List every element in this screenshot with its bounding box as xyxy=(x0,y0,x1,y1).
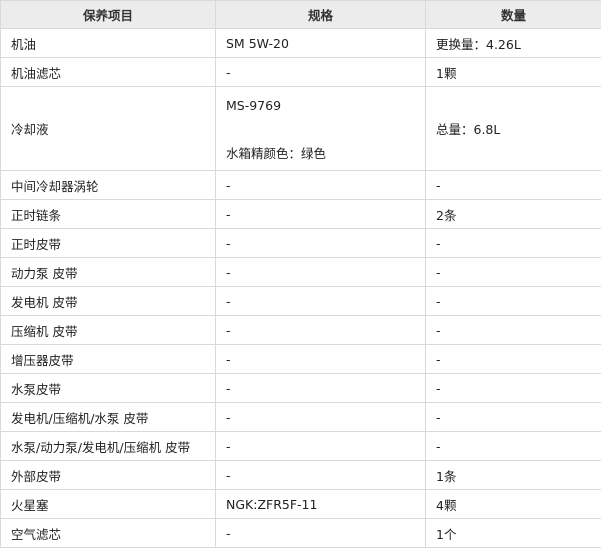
row-item: 发电机 皮带 xyxy=(1,287,216,316)
header-quantity: 数量 xyxy=(426,1,601,29)
row-spec: - xyxy=(216,432,426,461)
row-item: 动力泵 皮带 xyxy=(1,258,216,287)
row-qty: - xyxy=(426,432,601,461)
row-spec: NGK:ZFR5F-11 xyxy=(216,490,426,519)
header-specification: 规格 xyxy=(216,1,426,29)
row-qty: 2条 xyxy=(426,200,601,229)
table-row: 中间冷却器涡轮 - - xyxy=(1,171,601,200)
row-qty: 4颗 xyxy=(426,490,601,519)
row-qty: - xyxy=(426,287,601,316)
table-row: 正时皮带 - - xyxy=(1,229,601,258)
row-spec: MS-9769 xyxy=(226,98,415,113)
table-row: 发电机 皮带 - - xyxy=(1,287,601,316)
table-row: 机油 SM 5W-20 更换量：4.26L xyxy=(1,29,601,58)
row-item: 压缩机 皮带 xyxy=(1,316,216,345)
row-qty: - xyxy=(426,229,601,258)
row-qty: - xyxy=(426,403,601,432)
row-item: 发电机/压缩机/水泵 皮带 xyxy=(1,403,216,432)
row-item: 空气滤芯 xyxy=(1,519,216,548)
row-spec: - xyxy=(216,258,426,287)
header-maintenance-item: 保养项目 xyxy=(1,1,216,29)
row-qty: - xyxy=(426,171,601,200)
row-qty: - xyxy=(426,316,601,345)
row-spec-note: 水箱精颜色：绿色 xyxy=(226,143,415,162)
row-qty: 总量：6.8L xyxy=(426,87,601,171)
table-row: 压缩机 皮带 - - xyxy=(1,316,601,345)
row-item: 正时皮带 xyxy=(1,229,216,258)
row-item: 机油滤芯 xyxy=(1,58,216,87)
row-spec: - xyxy=(216,58,426,87)
row-spec: - xyxy=(216,200,426,229)
row-qty: - xyxy=(426,258,601,287)
table-row: 冷却液 MS-9769 水箱精颜色：绿色 总量：6.8L xyxy=(1,87,601,171)
row-item: 正时链条 xyxy=(1,200,216,229)
row-qty: 1颗 xyxy=(426,58,601,87)
row-spec-cell: MS-9769 水箱精颜色：绿色 xyxy=(216,87,426,171)
table-row: 火星塞 NGK:ZFR5F-11 4颗 xyxy=(1,490,601,519)
row-item: 火星塞 xyxy=(1,490,216,519)
table-row: 水泵/动力泵/发电机/压缩机 皮带 - - xyxy=(1,432,601,461)
table-row: 正时链条 - 2条 xyxy=(1,200,601,229)
row-item: 水泵皮带 xyxy=(1,374,216,403)
row-qty: 1条 xyxy=(426,461,601,490)
row-qty: 1个 xyxy=(426,519,601,548)
table-row: 空气滤芯 - 1个 xyxy=(1,519,601,548)
row-spec: - xyxy=(216,461,426,490)
row-spec: - xyxy=(216,403,426,432)
row-item: 外部皮带 xyxy=(1,461,216,490)
table-header-row: 保养项目 规格 数量 xyxy=(1,1,601,29)
row-spec: - xyxy=(216,374,426,403)
row-qty: 更换量：4.26L xyxy=(426,29,601,58)
row-item: 机油 xyxy=(1,29,216,58)
row-spec: - xyxy=(216,345,426,374)
row-spec: - xyxy=(216,229,426,258)
table-row: 水泵皮带 - - xyxy=(1,374,601,403)
row-spec: - xyxy=(216,171,426,200)
row-qty: - xyxy=(426,374,601,403)
row-spec: SM 5W-20 xyxy=(216,29,426,58)
maintenance-spec-table: 保养项目 规格 数量 机油 SM 5W-20 更换量：4.26L 机油滤芯 - … xyxy=(0,0,601,548)
row-item: 水泵/动力泵/发电机/压缩机 皮带 xyxy=(1,432,216,461)
row-spec: - xyxy=(216,316,426,345)
row-item: 冷却液 xyxy=(1,87,216,171)
table-row: 外部皮带 - 1条 xyxy=(1,461,601,490)
row-spec: - xyxy=(216,519,426,548)
row-spec: - xyxy=(216,287,426,316)
row-item: 增压器皮带 xyxy=(1,345,216,374)
table-row: 发电机/压缩机/水泵 皮带 - - xyxy=(1,403,601,432)
row-item: 中间冷却器涡轮 xyxy=(1,171,216,200)
table-row: 增压器皮带 - - xyxy=(1,345,601,374)
table-row: 机油滤芯 - 1颗 xyxy=(1,58,601,87)
table-row: 动力泵 皮带 - - xyxy=(1,258,601,287)
row-qty: - xyxy=(426,345,601,374)
